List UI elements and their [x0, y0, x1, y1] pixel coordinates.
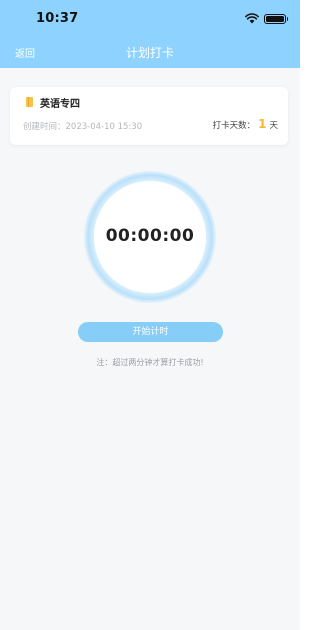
screen: 10:37 返回 计划打卡 英语专四 创建时间：2023-04-10 15:30… — [0, 0, 300, 630]
plan-info-card: 英语专四 创建时间：2023-04-10 15:30 打卡天数： 1 天 — [10, 87, 288, 145]
days-count: 1 — [258, 117, 267, 131]
book-icon — [26, 97, 33, 107]
status-icons — [245, 13, 288, 24]
created-time: 创建时间：2023-04-10 15:30 — [23, 120, 142, 132]
wifi-icon — [245, 13, 259, 24]
header-bar: 10:37 返回 计划打卡 — [0, 0, 300, 68]
days-label: 打卡天数： — [212, 121, 256, 131]
created-prefix: 创建时间： — [23, 122, 66, 132]
page-title: 计划打卡 — [125, 46, 174, 60]
status-time: 10:37 — [36, 11, 79, 26]
hint-note: 注：超过两分钟才算打卡成功! — [96, 358, 204, 367]
battery-icon — [264, 13, 288, 24]
page-background — [0, 68, 300, 630]
start-timer-button[interactable]: 开始计时 — [78, 322, 223, 342]
timer-ring: 00:00:00 — [83, 170, 217, 304]
timer-display: 00:00:00 — [105, 226, 195, 246]
checkin-days: 打卡天数： 1 天 — [213, 117, 278, 131]
course-name: 英语专四 — [40, 99, 80, 110]
days-unit: 天 — [269, 121, 278, 131]
created-value: 2023-04-10 15:30 — [65, 122, 143, 132]
